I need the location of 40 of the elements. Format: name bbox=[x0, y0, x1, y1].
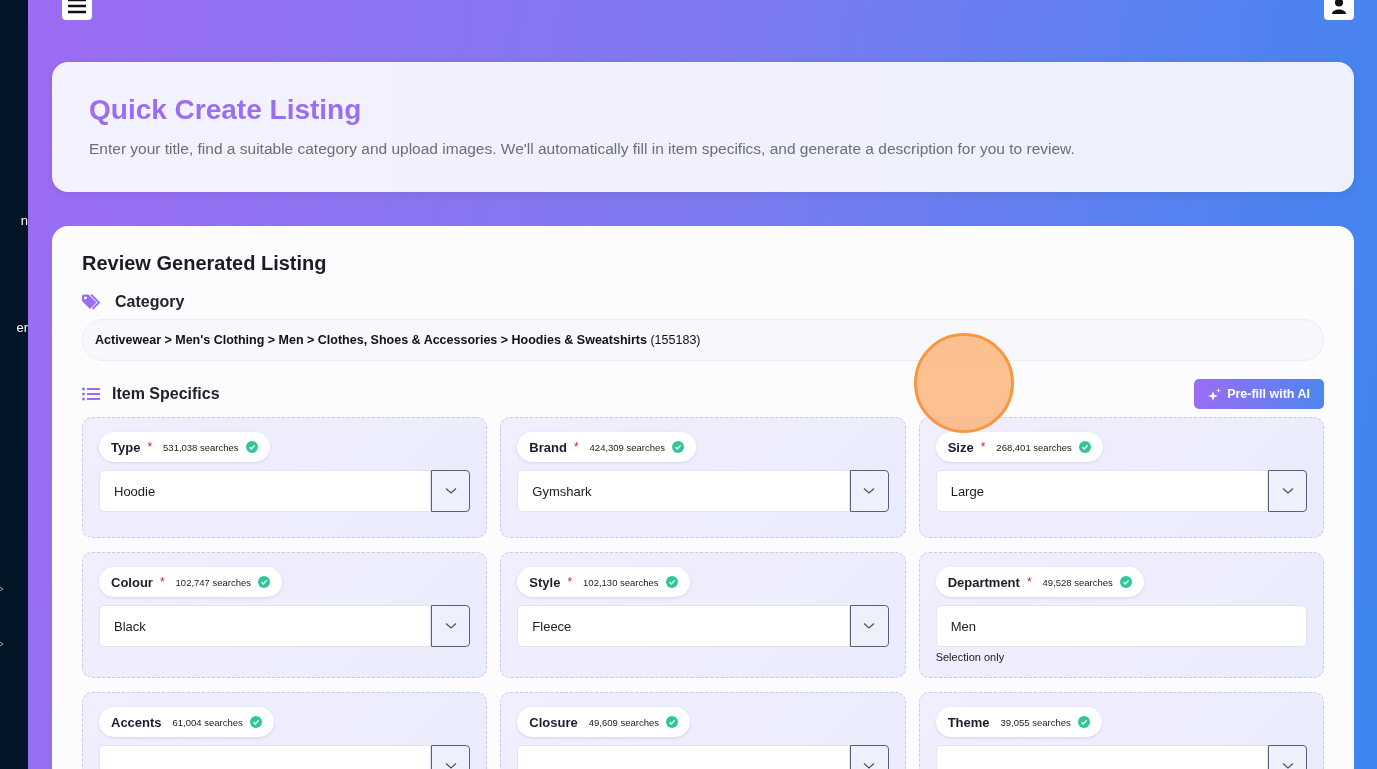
select-field[interactable]: Gymshark bbox=[517, 470, 850, 512]
field-label: Colour bbox=[111, 574, 153, 590]
sidebar-item[interactable]: n bbox=[20, 213, 28, 228]
search-count: 49,609 searches bbox=[588, 716, 659, 728]
category-heading: Category bbox=[115, 293, 185, 311]
specifics-heading: Item Specifics bbox=[112, 385, 220, 403]
category-path: Activewear > Men's Clothing > Men > Clothes, Shoes & Accessories > Hoodies & Sweatshirts (155183) bbox=[82, 319, 1324, 361]
search-count: 49,528 searches bbox=[1042, 576, 1113, 588]
field-label: Style bbox=[529, 574, 561, 590]
field-label: Size bbox=[947, 439, 974, 455]
required-mark: * bbox=[1026, 575, 1032, 589]
page-subtitle: Enter your title, find a suitable category and upload images. We'll automatically fill in item specifics, and generate a description for you to review. bbox=[89, 140, 1076, 158]
search-count: 39,055 searches bbox=[1000, 716, 1071, 728]
select-field[interactable]: Hoodie bbox=[99, 470, 432, 512]
search-count: 268,401 searches bbox=[996, 441, 1072, 453]
required-mark: * bbox=[573, 440, 579, 454]
search-count: 102,130 searches bbox=[583, 576, 659, 588]
field-label: Accents bbox=[111, 714, 162, 730]
search-count: 61,004 searches bbox=[172, 716, 243, 728]
required-mark: * bbox=[159, 575, 165, 589]
field-label: Theme bbox=[947, 714, 990, 730]
select-field[interactable]: Large bbox=[935, 470, 1268, 512]
search-count: 531,038 searches bbox=[163, 441, 239, 453]
section-title: Review Generated Listing bbox=[82, 252, 328, 275]
field-label: Brand bbox=[529, 439, 567, 455]
required-mark: * bbox=[567, 575, 573, 589]
search-count: 424,309 searches bbox=[589, 441, 666, 453]
search-count: 102,747 searches bbox=[175, 576, 252, 588]
prefill-ai-button[interactable]: Pre-fill with AI bbox=[1194, 379, 1324, 409]
required-mark: * bbox=[980, 440, 986, 454]
select-field[interactable]: Fleece bbox=[517, 605, 850, 647]
field-label: Closure bbox=[529, 714, 578, 730]
text-field[interactable]: Men bbox=[935, 605, 1307, 647]
page-title: Quick Create Listing bbox=[89, 94, 363, 126]
select-field[interactable]: Black bbox=[99, 605, 432, 647]
field-label: Department bbox=[947, 574, 1020, 590]
field-note: Selection only bbox=[935, 651, 1006, 663]
field-label: Type bbox=[111, 439, 141, 455]
required-mark: * bbox=[147, 440, 153, 454]
sidebar-item[interactable]: er bbox=[16, 320, 28, 335]
